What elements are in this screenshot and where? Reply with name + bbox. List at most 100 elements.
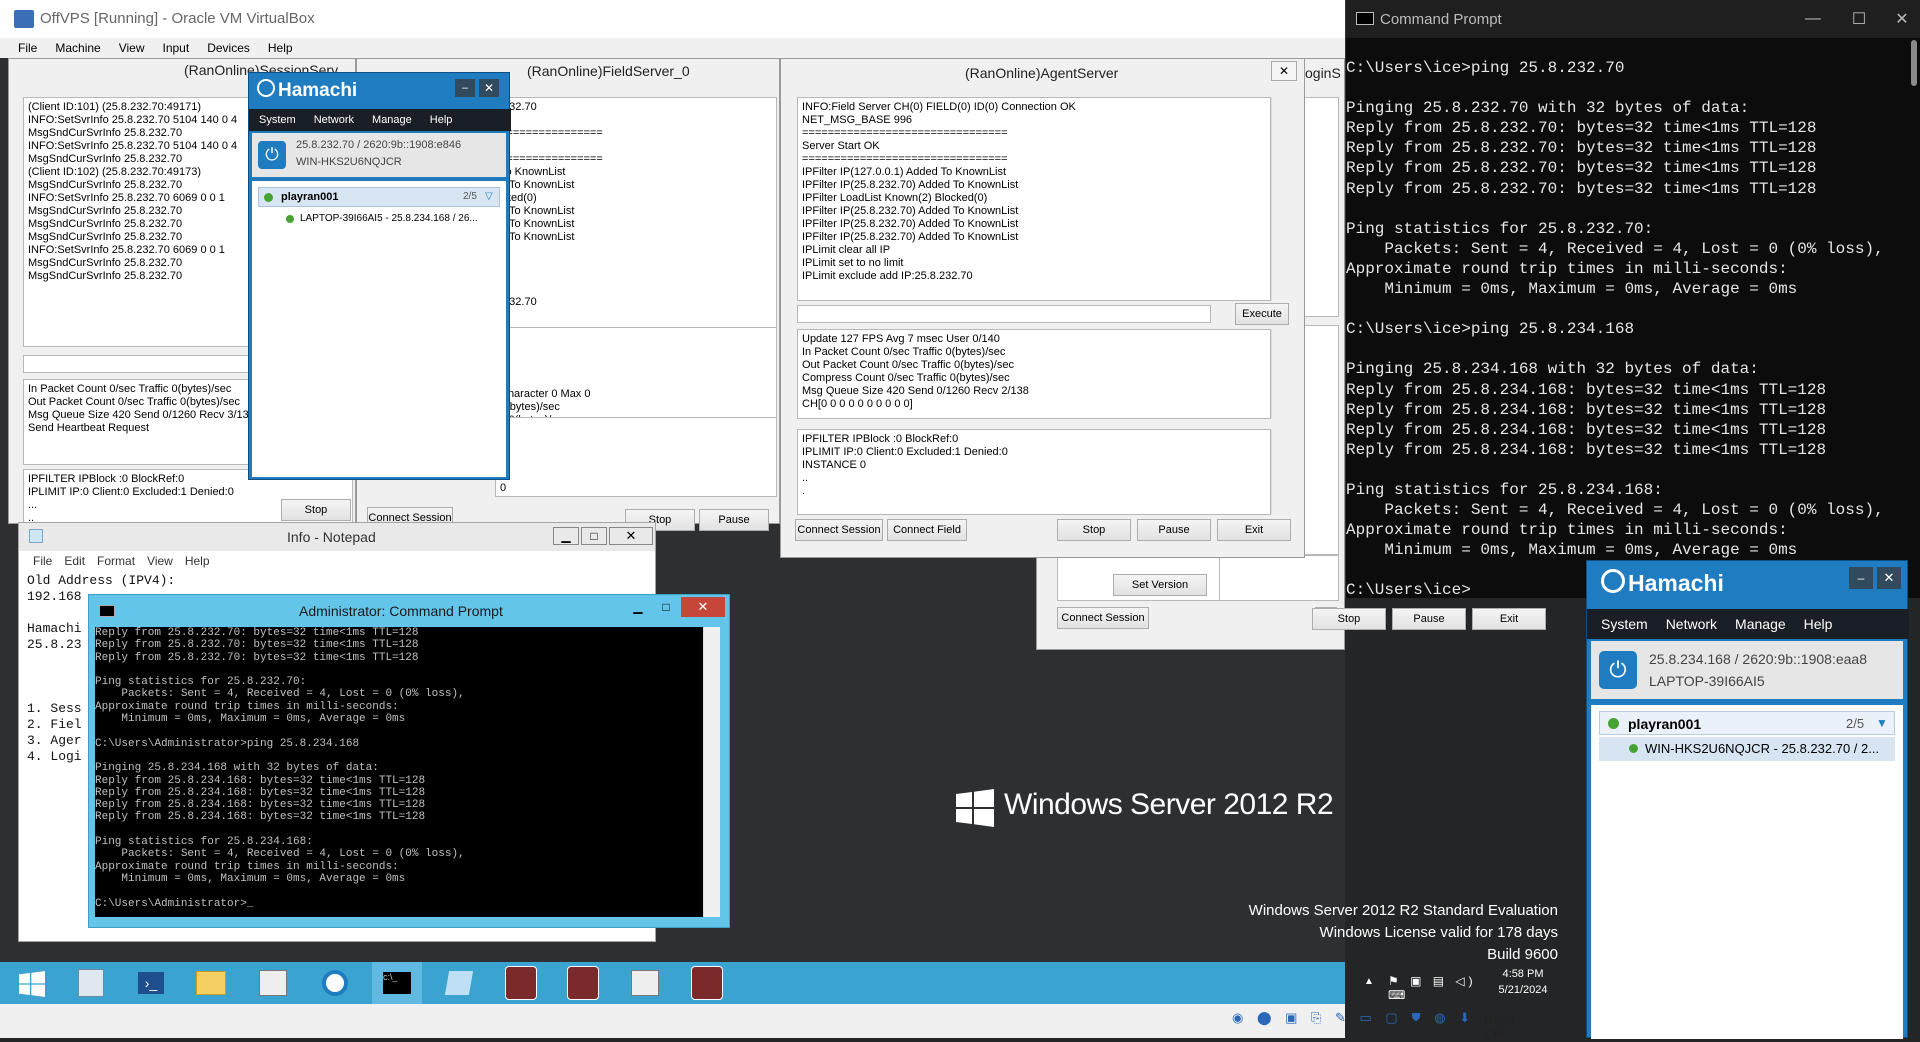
host-cmd-title: Command Prompt	[1380, 11, 1502, 28]
command-prompt-taskbar-icon[interactable]: c:\_	[372, 962, 422, 1004]
virtualbox-window: OffVPS [Running] - Oracle VM VirtualBox …	[0, 0, 1558, 1042]
notepad-menu-help[interactable]: Help	[185, 554, 210, 568]
menu-help[interactable]: Help	[268, 41, 293, 55]
admin-cmd-app-icon	[99, 605, 115, 617]
notepad-menu-edit[interactable]: Edit	[64, 554, 85, 568]
clock-date: 5/21/2024	[1498, 984, 1548, 996]
admin-cmd-maximize-button[interactable]: □	[653, 599, 679, 617]
hamachi-host-peer-row[interactable]: WIN-HKS2U6NQJCR - 25.8.232.70 / 2...	[1599, 737, 1895, 761]
login-server-connect-session-button[interactable]: Connect Session	[1057, 607, 1149, 629]
clock-time: 4:58 PM	[1502, 968, 1544, 980]
hamachi-host-peer-online-icon	[1629, 744, 1638, 753]
hamachi-host-menu-help[interactable]: Help	[1804, 616, 1833, 632]
hamachi-host-power-button[interactable]: ⏻	[1599, 651, 1637, 689]
menu-file[interactable]: File	[18, 41, 37, 55]
field-server-pause-button[interactable]: Pause	[699, 509, 769, 531]
hamachi-host-logo: Hamachi	[1601, 569, 1724, 597]
hamachi-guest-network-chevron-icon[interactable]: ▽	[485, 191, 493, 202]
notepad-maximize-button[interactable]: □	[581, 527, 607, 545]
guest-taskbar: ›_ c:\_ ▲ ⚑ ▣ ▤ ◁) ⌨ 4:58 PM 5/21/2024	[0, 962, 1547, 1004]
hamachi-host-menu-manage[interactable]: Manage	[1735, 616, 1786, 632]
ranonline-server-icon-2[interactable]	[620, 964, 670, 1002]
agent-server-stop-button[interactable]: Stop	[1057, 519, 1131, 541]
login-server-set-version-button[interactable]: Set Version	[1113, 574, 1207, 596]
hamachi-guest-network-count: 2/5	[463, 191, 477, 202]
host-cmd-titlebar: Command Prompt — ☐ ✕	[1346, 0, 1920, 38]
notepad-menu-view[interactable]: View	[147, 554, 173, 568]
hamachi-guest-minimize-button[interactable]: –	[455, 79, 475, 97]
agent-server-pause-button[interactable]: Pause	[1137, 519, 1211, 541]
hamachi-host-menubar: System Network Manage Help	[1587, 609, 1909, 639]
virtualbox-app-icon	[14, 10, 34, 28]
agent-server-close-button[interactable]: ✕	[1271, 61, 1297, 81]
vbox-device-icons: ◉ ⬤ ▣ ⎘ ✎ ▭ ▢ ⛊ ◍ ⬇	[1232, 1010, 1476, 1025]
hamachi-host-menu-network[interactable]: Network	[1666, 616, 1717, 632]
notepad-taskbar-icon[interactable]	[434, 964, 484, 1002]
hamachi-host-menu-system[interactable]: System	[1601, 616, 1648, 632]
agent-server-log-scrollbar[interactable]	[1271, 97, 1288, 301]
game-server-avatar-icon-2[interactable]	[558, 964, 608, 1002]
agent-server-connect-session-button[interactable]: Connect Session	[795, 519, 883, 541]
powershell-icon[interactable]: ›_	[126, 964, 176, 1002]
hamachi-host-network-row[interactable]: playran001 2/5 ▼	[1599, 711, 1895, 735]
agent-server-command-input[interactable]	[797, 305, 1211, 323]
hamachi-host-status: ⏻ 25.8.234.168 / 2620:9b::1908:eaa8 LAPT…	[1591, 641, 1903, 699]
login-server-exit-button[interactable]: Exit	[1472, 608, 1546, 630]
notepad-menu-format[interactable]: Format	[97, 554, 135, 568]
admin-cmd-scrollbar[interactable]	[703, 627, 720, 917]
host-cmd-close-button[interactable]: ✕	[1882, 0, 1920, 38]
agent-server-ipfilter-scrollbar[interactable]	[1271, 429, 1288, 515]
agent-server-ipfilter: IPFILTER IPBlock :0 BlockRef:0 IPLIMIT I…	[797, 429, 1271, 515]
agent-server-connect-field-button[interactable]: Connect Field	[887, 519, 967, 541]
session-server-stop-button[interactable]: Stop	[281, 499, 351, 521]
hamachi-guest-menu-system[interactable]: System	[259, 114, 296, 126]
menu-machine[interactable]: Machine	[55, 41, 100, 55]
hamachi-guest-close-button[interactable]: ✕	[479, 79, 499, 97]
watermark-line-1: Windows Server 2012 R2 Standard Evaluati…	[1248, 902, 1558, 919]
admin-cmd-window: Administrator: Command Prompt ▁ □ ✕ Repl…	[88, 594, 730, 928]
hamachi-guest-menu-manage[interactable]: Manage	[372, 114, 412, 126]
host-cmd-scrollbar[interactable]	[1911, 40, 1917, 86]
hamachi-guest-menu-help[interactable]: Help	[430, 114, 453, 126]
hamachi-host-window: Hamachi – ✕ System Network Manage Help ⏻ 25…	[1586, 560, 1909, 1039]
hamachi-host-close-button[interactable]: ✕	[1877, 567, 1901, 589]
agent-server-exit-button[interactable]: Exit	[1217, 519, 1291, 541]
login-server-pause-button[interactable]: Pause	[1392, 608, 1466, 630]
tray-overflow-icon[interactable]: ▲	[1364, 976, 1374, 987]
menu-devices[interactable]: Devices	[207, 41, 250, 55]
game-server-avatar-icon-1[interactable]	[496, 964, 546, 1002]
file-explorer-icon[interactable]	[186, 964, 236, 1002]
hamachi-guest-network-list: playran001 2/5 ▽ LAPTOP-39I66AI5 - 25.8.…	[252, 181, 506, 477]
host-cmd-maximize-button[interactable]: ☐	[1836, 0, 1882, 38]
notepad-menu-file[interactable]: File	[33, 554, 52, 568]
hamachi-host-logo-icon	[1601, 569, 1625, 593]
hamachi-guest-peer-row[interactable]: LAPTOP-39I66AI5 - 25.8.234.168 / 26...	[258, 211, 500, 229]
hamachi-host-network-chevron-icon[interactable]: ▼	[1876, 716, 1888, 730]
hamachi-host-minimize-button[interactable]: –	[1849, 567, 1873, 589]
admin-cmd-console-text[interactable]: Reply from 25.8.232.70: bytes=32 time<1m…	[95, 627, 703, 917]
admin-cmd-minimize-button[interactable]: ▁	[625, 599, 651, 617]
menu-input[interactable]: Input	[163, 41, 190, 55]
hamachi-taskbar-icon[interactable]	[310, 964, 360, 1002]
tray-icons[interactable]: ⚑ ▣ ▤ ◁) ⌨	[1388, 974, 1484, 1002]
agent-server-execute-button[interactable]: Execute	[1235, 303, 1289, 325]
host-cmd-minimize-button[interactable]: —	[1790, 0, 1836, 38]
agent-server-stats-scrollbar[interactable]	[1271, 329, 1288, 419]
menu-view[interactable]: View	[119, 41, 145, 55]
notepad-close-button[interactable]: ✕	[609, 527, 653, 545]
admin-cmd-close-button[interactable]: ✕	[681, 597, 725, 617]
login-server-stop-button-visible[interactable]: Stop	[1312, 608, 1386, 630]
notepad-app-icon	[29, 529, 43, 543]
clock[interactable]: 4:58 PM 5/21/2024	[1488, 966, 1558, 998]
hamachi-guest-power-button[interactable]: ⏻	[258, 141, 286, 169]
hamachi-guest-network-row[interactable]: playran001 2/5 ▽	[258, 187, 500, 207]
hamachi-guest-menu-network[interactable]: Network	[314, 114, 354, 126]
host-cmd-console-text[interactable]: C:\Users\ice>ping 25.8.232.70 Pinging 25…	[1346, 58, 1906, 598]
game-server-avatar-icon-3[interactable]	[682, 964, 732, 1002]
virtualbox-statusbar: ◉ ⬤ ▣ ⎘ ✎ ▭ ▢ ⛊ ◍ ⬇ Right Ctrl	[0, 1004, 1514, 1042]
virtualbox-title: OffVPS [Running] - Oracle VM VirtualBox	[40, 10, 315, 27]
start-button[interactable]	[8, 964, 56, 1004]
server-manager-icon[interactable]	[66, 964, 116, 1002]
notepad-minimize-button[interactable]: ▁	[553, 527, 579, 545]
ranonline-server-icon-1[interactable]	[248, 964, 298, 1002]
